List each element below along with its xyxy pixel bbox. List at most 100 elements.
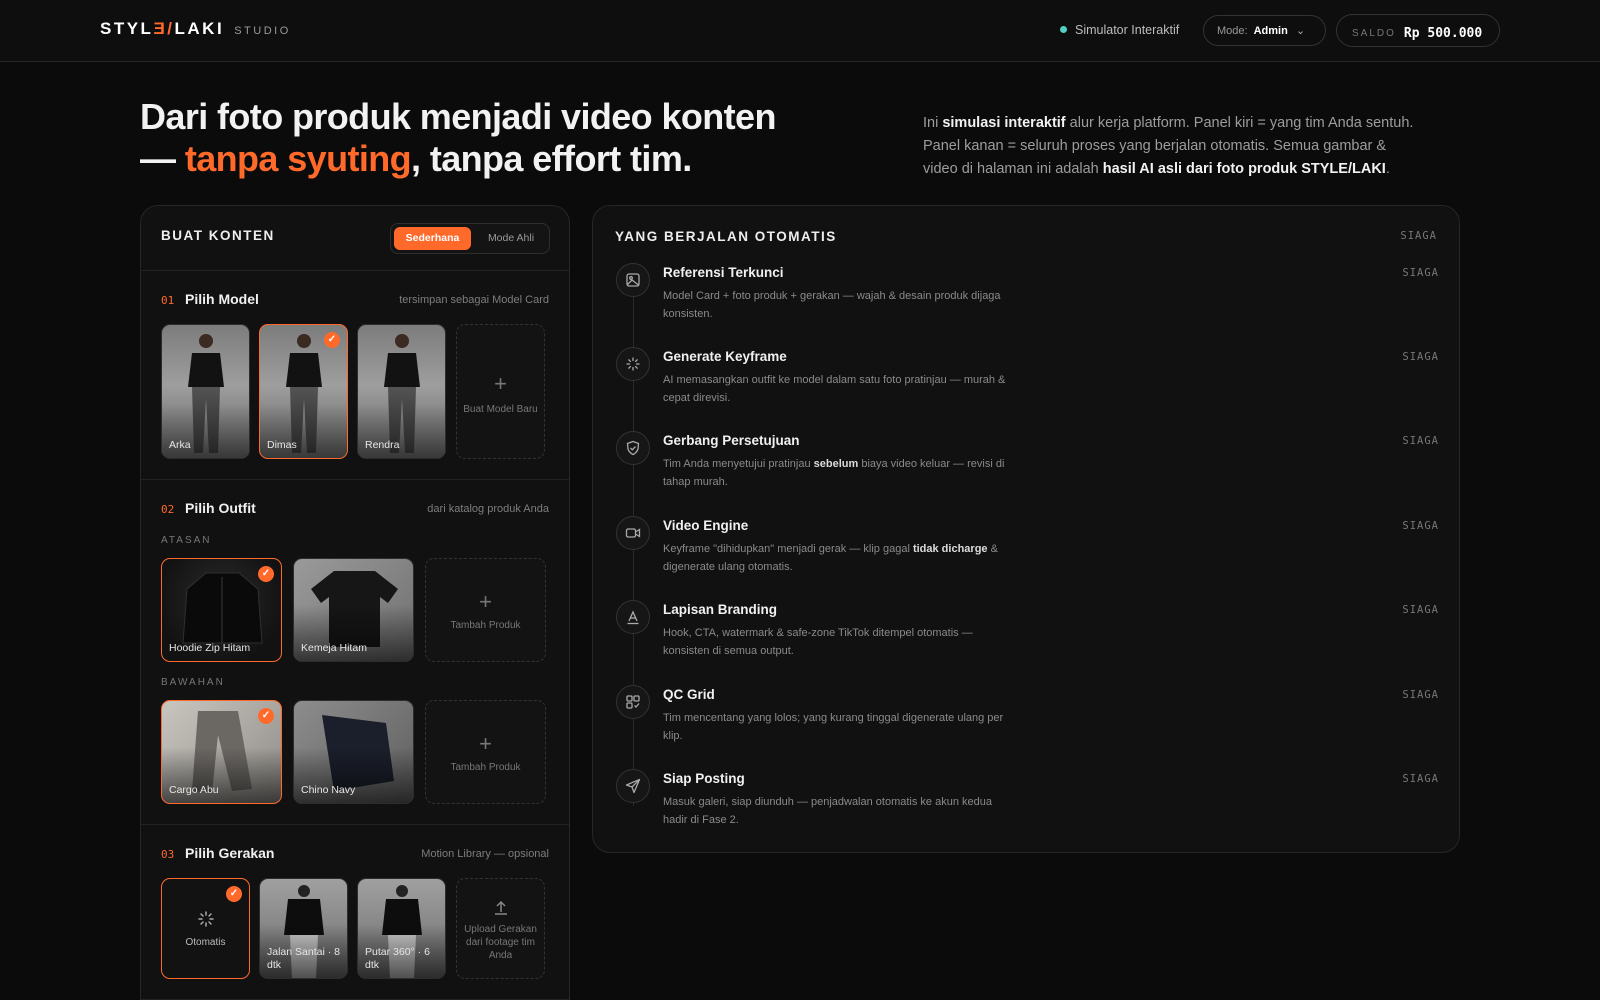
toggle-expert-button[interactable]: Mode Ahli: [475, 227, 547, 250]
add-product-label: Tambah Produk: [450, 620, 521, 631]
divider: [141, 824, 569, 825]
loader-icon: [198, 911, 214, 927]
category-label-tops: ATASAN: [161, 535, 212, 546]
product-card-chino[interactable]: Chino Navy: [293, 700, 414, 804]
step-description: Masuk galeri, siap diunduh — penjadwalan…: [663, 793, 1013, 829]
step-text: Hook, CTA, watermark & safe-zone TikTok …: [663, 627, 973, 657]
plus-icon: +: [479, 589, 492, 614]
step-text: Model Card + foto produk + gerakan — waj…: [663, 290, 1001, 320]
step-description: Keyframe "dihidupkan" menjadi gerak — kl…: [663, 540, 1013, 576]
panel-title: YANG BERJALAN OTOMATIS: [615, 229, 837, 244]
intro-bold: simulasi interaktif: [942, 115, 1066, 131]
balance-label: SALDO: [1352, 28, 1396, 39]
upload-motion-button[interactable]: Upload Gerakan dari footage tim Anda: [456, 878, 545, 979]
pipeline-step: QC Grid Tim mencentang yang lolos; yang …: [593, 685, 1461, 765]
logo-subtitle: STUDIO: [234, 25, 291, 37]
model-name: Rendra: [365, 439, 400, 451]
motion-name: Jalan Santai · 8 dtk: [267, 946, 340, 971]
add-top-product-button[interactable]: + Tambah Produk: [425, 558, 546, 662]
step-status: SIAGA: [1402, 435, 1439, 447]
step-status: SIAGA: [1402, 351, 1439, 363]
step-title: Gerbang Persetujuan: [663, 433, 800, 448]
status-dot-icon: [1060, 26, 1067, 33]
step-description: Tim Anda menyetujui pratinjau sebelum bi…: [663, 455, 1013, 491]
model-card-arka[interactable]: Arka: [161, 324, 250, 459]
step-title: Siap Posting: [663, 771, 745, 786]
step-text-bold: sebelum: [813, 458, 859, 470]
intro-text: .: [1385, 161, 1390, 177]
add-product-label: Tambah Produk: [450, 762, 521, 773]
add-bottom-product-button[interactable]: + Tambah Produk: [425, 700, 546, 804]
check-icon: ✓: [324, 332, 340, 348]
hero-title: Dari foto produk menjadi video konten — t…: [140, 96, 840, 180]
intro-bold: hasil AI asli dari foto produk STYLE/LAK…: [1102, 161, 1386, 177]
send-icon: [616, 769, 650, 803]
step-text-bold: tidak dicharge: [912, 543, 988, 555]
automation-panel: YANG BERJALAN OTOMATIS SIAGA Referensi T…: [592, 205, 1460, 853]
step-status: SIAGA: [1402, 520, 1439, 532]
hero-title-end: , tanpa effort tim.: [411, 138, 692, 179]
pipeline-step: Siap Posting Masuk galeri, siap diunduh …: [593, 769, 1461, 849]
pipeline-step: Referensi Terkunci Model Card + foto pro…: [593, 263, 1461, 343]
balance-value: Rp 500.000: [1403, 26, 1483, 41]
product-name: Chino Navy: [301, 784, 356, 796]
model-card-dimas[interactable]: ✓ Dimas: [259, 324, 348, 459]
plus-icon: +: [479, 731, 492, 756]
step-text: Keyframe "dihidupkan" menjadi gerak — kl…: [663, 543, 913, 555]
loader-icon: [616, 347, 650, 381]
step-title: Referensi Terkunci: [663, 265, 784, 280]
step-status: SIAGA: [1402, 604, 1439, 616]
product-card-shirt[interactable]: Kemeja Hitam: [293, 558, 414, 662]
model-card-rendra[interactable]: Rendra: [357, 324, 446, 459]
section-note: tersimpan sebagai Model Card: [399, 294, 549, 306]
video-icon: [616, 516, 650, 550]
step-description: Hook, CTA, watermark & safe-zone TikTok …: [663, 624, 1013, 660]
panel-title: BUAT KONTEN: [161, 228, 275, 243]
section-title: Pilih Outfit: [185, 500, 256, 516]
divider: [141, 479, 569, 480]
motion-card-auto[interactable]: ✓ Otomatis: [161, 878, 250, 979]
type-icon: [616, 600, 650, 634]
upload-motion-label: Upload Gerakan dari footage tim Anda: [464, 924, 537, 961]
grid-icon: [616, 685, 650, 719]
add-model-label: Buat Model Baru: [463, 404, 538, 415]
pipeline-step: Video Engine Keyframe "dihidupkan" menja…: [593, 516, 1461, 596]
toggle-simple-button[interactable]: Sederhana: [394, 227, 471, 250]
brand-logo[interactable]: STYLƎ/LAKI STUDIO: [100, 19, 291, 39]
product-card-hoodie[interactable]: ✓ Hoodie Zip Hitam: [161, 558, 282, 662]
pipeline-step: Gerbang Persetujuan Tim Anda menyetujui …: [593, 431, 1461, 511]
panel-status: SIAGA: [1400, 230, 1437, 242]
shield-check-icon: [616, 431, 650, 465]
section-number: 02: [161, 503, 175, 516]
logo-text-end: LAKI: [174, 19, 225, 38]
mode-dropdown[interactable]: Mode: Admin ⌄: [1203, 15, 1326, 46]
divider: [141, 270, 569, 271]
check-icon: ✓: [258, 708, 274, 724]
section-title: Pilih Gerakan: [185, 845, 275, 861]
create-content-panel: BUAT KONTEN Sederhana Mode Ahli 01 Pilih…: [140, 205, 570, 1000]
category-label-bottoms: BAWAHAN: [161, 677, 225, 688]
step-text: AI memasangkan outfit ke model dalam sat…: [663, 374, 1006, 404]
image-icon: [616, 263, 650, 297]
mode-value: Admin: [1253, 25, 1288, 37]
motion-card-spin[interactable]: Putar 360° · 6 dtk: [357, 878, 446, 979]
model-name: Arka: [169, 439, 191, 451]
step-title: Lapisan Branding: [663, 602, 778, 617]
step-title: Generate Keyframe: [663, 349, 787, 364]
section-number: 03: [161, 848, 175, 861]
logo-text: STYL: [100, 19, 154, 38]
hero-title-accent: tanpa syuting: [184, 138, 412, 179]
mode-toggle: Sederhana Mode Ahli: [390, 223, 550, 254]
step-status: SIAGA: [1402, 689, 1439, 701]
simulator-label: Simulator Interaktif: [1075, 23, 1180, 37]
plus-icon: +: [494, 371, 507, 396]
motion-auto-label: Otomatis: [185, 937, 226, 948]
section-number: 01: [161, 294, 175, 307]
product-card-cargo[interactable]: ✓ Cargo Abu: [161, 700, 282, 804]
chevron-down-icon: ⌄: [1295, 25, 1306, 37]
motion-card-walk[interactable]: Jalan Santai · 8 dtk: [259, 878, 348, 979]
step-description: AI memasangkan outfit ke model dalam sat…: [663, 371, 1013, 407]
add-model-button[interactable]: + Buat Model Baru: [456, 324, 545, 459]
hero-intro: Ini simulasi interaktif alur kerja platf…: [923, 112, 1423, 181]
pipeline-step: Lapisan Branding Hook, CTA, watermark & …: [593, 600, 1461, 680]
